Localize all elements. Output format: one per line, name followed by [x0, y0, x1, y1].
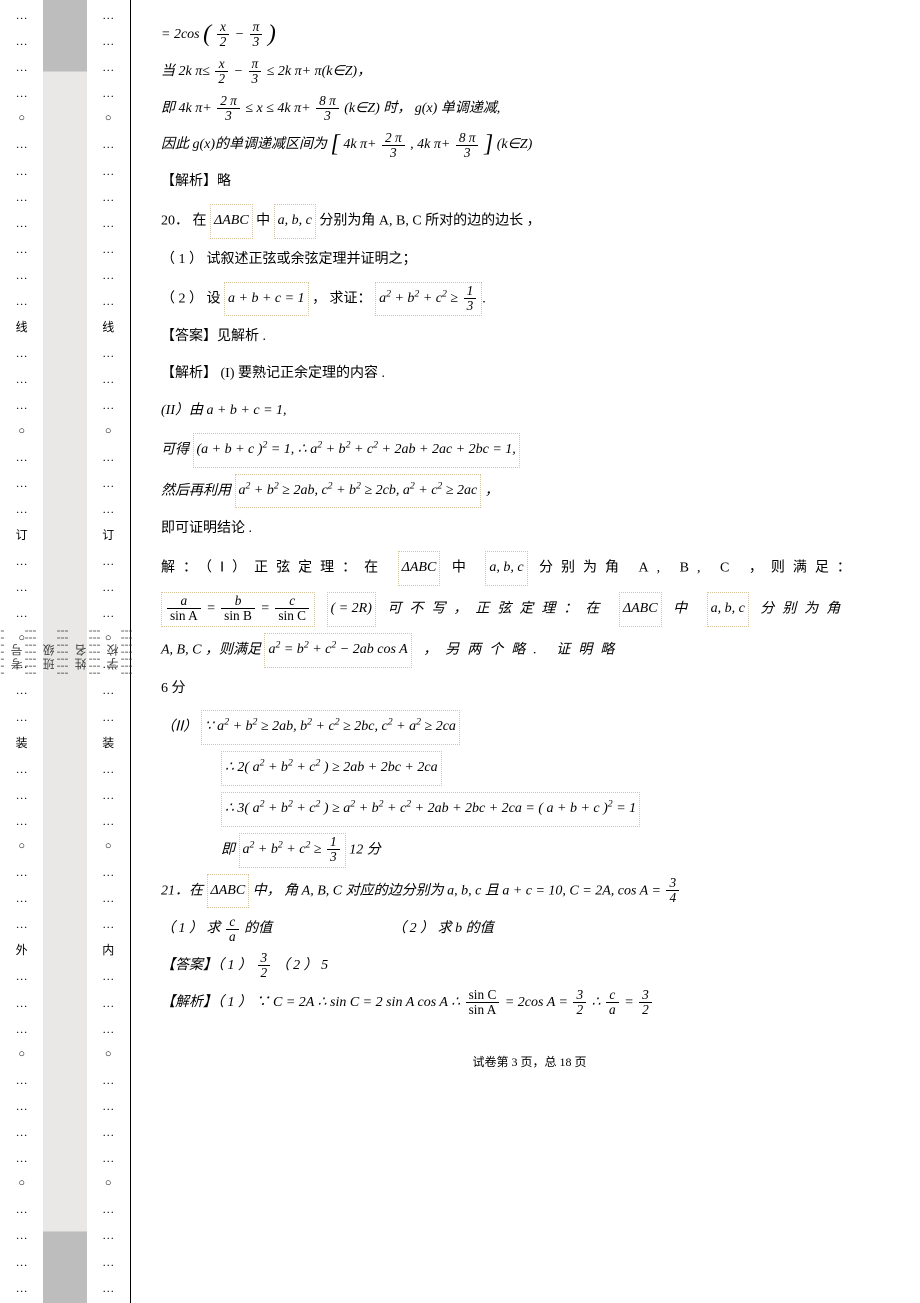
II-line2: ∴ 2( a2 + b2 + c2 ) ≥ 2ab + 2bc + 2ca [161, 751, 898, 786]
law-of-cosines: A, B, C ，则满足 a2 = b2 + c2 − 2ab cos A ，另… [161, 633, 898, 668]
answer-label: 【答案】见解析 . [161, 322, 898, 353]
eq-sign: = [161, 27, 170, 42]
II-line1: （ⅠⅠ） ∵ a2 + b2 ≥ 2ab, b2 + c2 ≥ 2bc, c2 … [161, 710, 898, 745]
q21-answer: 【答案】（ 1 ） 32 （ 2 ） 5 [161, 951, 898, 982]
q20-part1: （ 1 ） 试叙述正弦或余弦定理并证明之； [161, 245, 898, 276]
cond-range: 当 2k π≤ x2 − π3 ≤ 2k π+ π(k∈Z)， [161, 57, 898, 88]
analysis-II: (II）由 a + b + c = 1, [161, 396, 898, 427]
bracket-close-icon: ] [484, 133, 493, 157]
II-line3: ∴ 3( a2 + b2 + c2 ) ≥ a2 + b2 + c2 + 2ab… [161, 792, 898, 827]
expr-2cos: = 2cos ( x2 − π3 ) [161, 20, 898, 51]
law-of-sines: asin A = bsin B = csin C ( = 2R) 可不写，正弦定… [161, 592, 898, 627]
page-wrap: …………○…………………线………○………订………○………装………○………外………… [0, 0, 920, 1303]
II-line4: 即 a2 + b2 + c2 ≥ 13 12 分 [161, 833, 898, 868]
page-footer: 试卷第 3 页，总 18 页 [161, 1049, 898, 1075]
interval-result: 因此 g(x)的单调递减区间为 [ 4k π+ 2 π3 , 4k π+ 8 π… [161, 130, 898, 161]
score-6: 6 分 [161, 674, 898, 705]
analysis-omit: 【解析】略 [161, 167, 898, 198]
q20-part2: （ 2 ） 设 a + b + c = 1 ， 求证： a2 + b2 + c2… [161, 282, 898, 317]
q21-parts: （ 1 ） 求 ca 的值 （ 2 ） 求 b 的值 [161, 914, 898, 945]
bracket-open-icon: [ [331, 133, 340, 157]
analysis-I: 【解析】 (I) 要熟记正余定理的内容 . [161, 359, 898, 390]
paren-close-icon: ) [268, 23, 276, 47]
content: = 2cos ( x2 − π3 ) 当 2k π≤ x2 − π3 ≤ 2k … [131, 0, 920, 1303]
coeff: 2cos [174, 27, 200, 42]
gutter-col-mid: ┆┆┆┆┆┆┆考号┆┆┆┆┆┆┆班级┆┆┆┆┆┆┆姓名┆┆┆┆┆┆┆学校┆┆┆┆… [43, 0, 86, 1303]
paren-open-icon: ( [203, 23, 211, 47]
q20-stem: 20． 在 ΔABC 中 a, b, c 分别为角 A, B, C 所对的边的边… [161, 204, 898, 239]
q21-analysis: 【解析】（ 1 ） ∵ C = 2A ∴ sin C = 2 sin A cos… [161, 988, 898, 1019]
step-conclude: 即可证明结论 . [161, 514, 898, 545]
range-4kpi: 即 4k π+ 2 π3 ≤ x ≤ 4k π+ 8 π3 (k∈Z) 时， g… [161, 94, 898, 125]
binding-gutter: …………○…………………线………○………订………○………装………○………外………… [0, 0, 131, 1303]
step-amgm: 然后再利用 a2 + b2 ≥ 2ab, c2 + b2 ≥ 2cb, a2 +… [161, 474, 898, 509]
step-expand: 可得 (a + b + c )2 = 1, ∴ a2 + b2 + c2 + 2… [161, 433, 898, 468]
gutter-mid-labels: ┆┆┆┆┆┆┆考号┆┆┆┆┆┆┆班级┆┆┆┆┆┆┆姓名┆┆┆┆┆┆┆学校┆┆┆┆… [0, 627, 136, 676]
q21-stem: 21．在 ΔABC 中， 角 A, B, C 对应的边分别为 a, b, c 且… [161, 874, 898, 909]
solution-I-text: 解：（Ⅰ）正弦定理：在 ΔABC 中 a, b, c 分别为角 A, B, C … [161, 551, 898, 586]
